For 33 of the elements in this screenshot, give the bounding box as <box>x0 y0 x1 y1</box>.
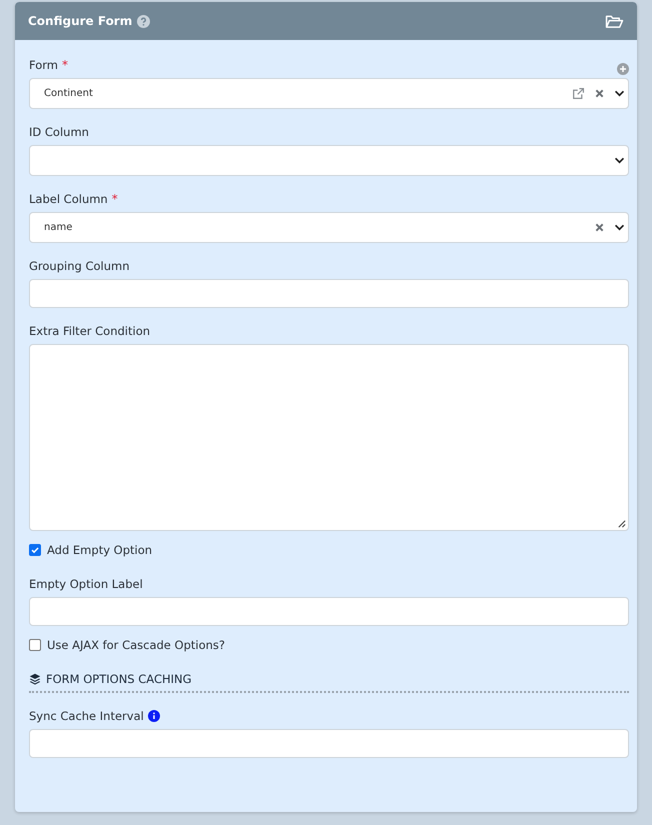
select-field[interactable] <box>29 145 629 176</box>
clear-icon[interactable] <box>595 89 604 98</box>
checkbox[interactable] <box>29 639 41 651</box>
select-field[interactable]: Continent <box>29 78 629 109</box>
input-field[interactable] <box>29 597 629 626</box>
checkbox-label: Add Empty Option <box>47 543 152 557</box>
field-label: Sync Cache Interval <box>29 709 144 723</box>
help-icon[interactable] <box>137 14 150 28</box>
checkbox[interactable] <box>29 544 41 556</box>
required-mark: * <box>62 58 68 72</box>
caret-icon[interactable] <box>614 90 625 97</box>
info-icon[interactable] <box>148 710 160 722</box>
section-heading: FORM OPTIONS CACHING <box>46 672 192 686</box>
external-link-icon[interactable] <box>572 87 585 100</box>
required-mark: * <box>112 192 118 206</box>
field-label: Grouping Column <box>29 259 130 273</box>
select-field[interactable]: name <box>29 212 629 243</box>
layers-icon <box>29 673 41 685</box>
panel-title: Configure Form <box>28 14 132 28</box>
caret-icon[interactable] <box>614 224 625 231</box>
add-icon[interactable] <box>617 63 629 75</box>
input-field[interactable] <box>29 729 629 758</box>
field-label: Form <box>29 58 58 72</box>
input-field[interactable] <box>29 279 629 308</box>
field-label: Label Column <box>29 192 108 206</box>
field-label: Extra Filter Condition <box>29 324 150 338</box>
caret-icon[interactable] <box>614 157 625 164</box>
folder-icon[interactable] <box>605 14 624 28</box>
field-label: ID Column <box>29 125 89 139</box>
clear-icon[interactable] <box>595 223 604 232</box>
checkbox-label: Use AJAX for Cascade Options? <box>47 638 226 652</box>
resize-grip-icon[interactable] <box>617 519 626 528</box>
field-label: Empty Option Label <box>29 577 143 591</box>
